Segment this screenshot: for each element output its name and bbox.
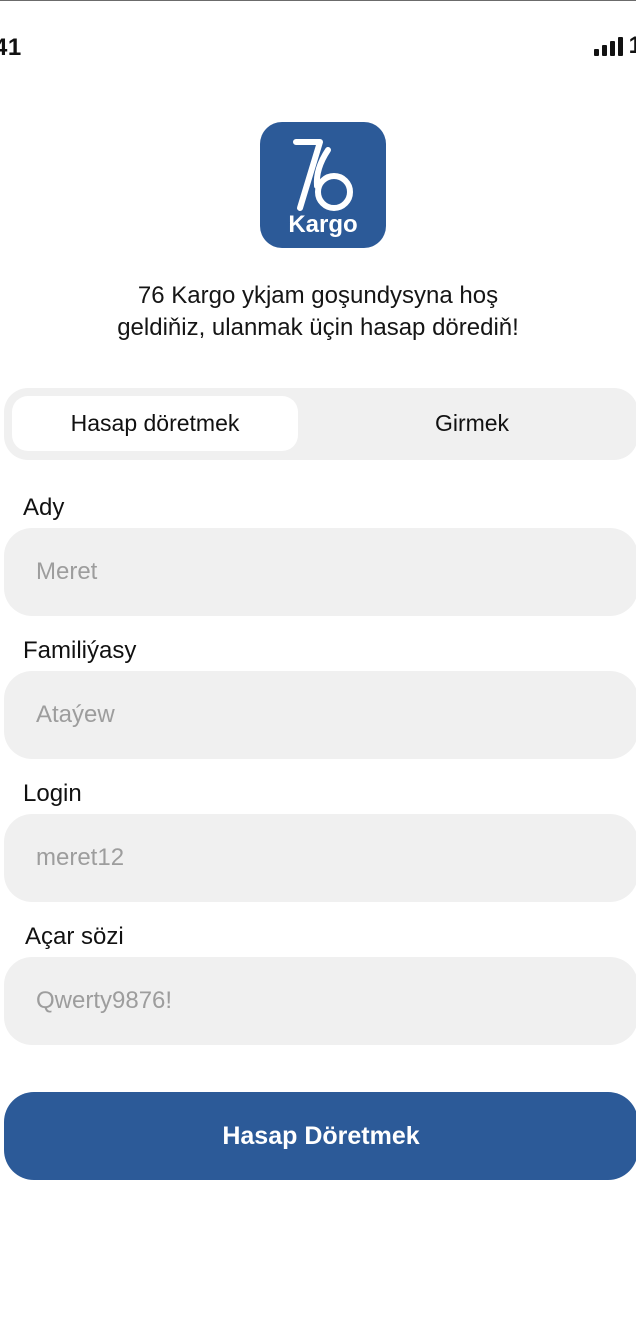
welcome-line-1: 76 Kargo ykjam goşundysyna hoş (137, 282, 499, 309)
password-label: Açar sözi (25, 923, 124, 950)
create-account-button[interactable]: Hasap Döretmek (4, 1092, 636, 1180)
login-label: Login (23, 780, 82, 807)
last-name-field[interactable] (4, 671, 636, 759)
auth-tabs: Hasap döretmek Girmek (4, 388, 636, 460)
login-field[interactable] (4, 814, 636, 902)
first-name-field[interactable] (4, 528, 636, 616)
password-field[interactable] (4, 957, 636, 1045)
battery-level: 1 (628, 32, 636, 59)
tab-create-account[interactable]: Hasap döretmek (12, 396, 298, 451)
svg-text:Kargo: Kargo (288, 211, 357, 238)
app-logo: Kargo (260, 122, 386, 248)
welcome-message: 76 Kargo ykjam goşundysyna hoş geldiňiz,… (0, 280, 636, 344)
logo-76-icon: Kargo (288, 139, 358, 238)
welcome-line-2: geldiňiz, ulanmak üçin hasap dörediň! (117, 314, 519, 341)
top-edge-divider (0, 0, 636, 1)
last-name-label: Familiýasy (23, 637, 137, 664)
first-name-label: Ady (23, 494, 65, 521)
tab-login[interactable]: Girmek (322, 396, 622, 451)
status-time: 41 (0, 34, 22, 61)
status-indicators: 1 (593, 32, 636, 59)
signal-icon (593, 36, 623, 56)
